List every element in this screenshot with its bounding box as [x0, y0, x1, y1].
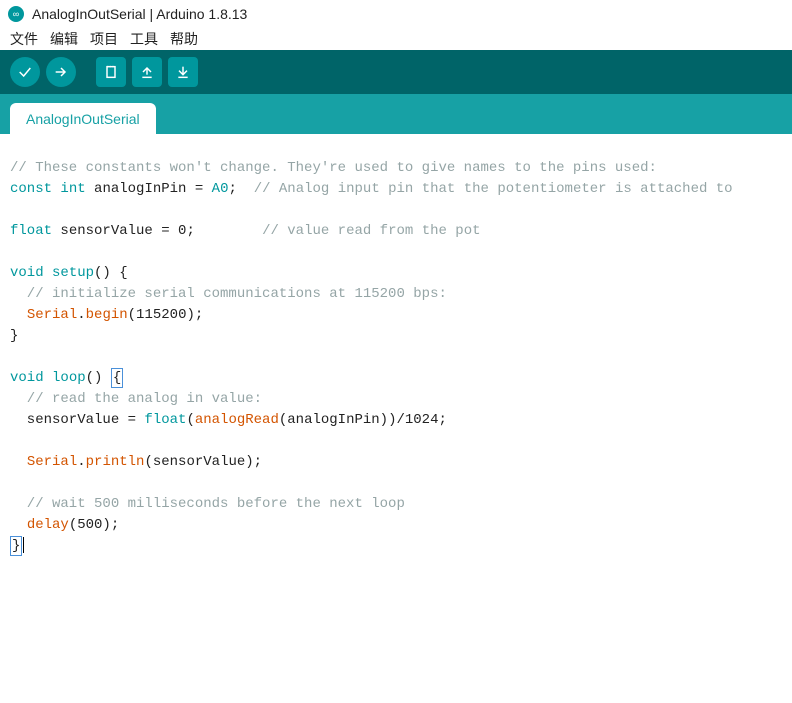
menu-help[interactable]: 帮助 — [166, 29, 202, 49]
arduino-app-icon: ∞ — [8, 6, 24, 22]
code-token: // value read from the pot — [262, 223, 480, 239]
code-token: setup — [52, 265, 94, 281]
code-token: void — [10, 265, 44, 281]
code-token: (500); — [69, 517, 119, 533]
menubar: 文件 编辑 项目 工具 帮助 — [0, 28, 792, 50]
code-token: int — [60, 181, 85, 197]
code-token: ( — [186, 412, 194, 428]
code-token: void — [10, 370, 44, 386]
code-token: // read the analog in value: — [10, 391, 262, 407]
code-token: A0 — [212, 181, 229, 197]
code-token: sensorValue = — [10, 412, 144, 428]
file-icon — [103, 64, 119, 80]
code-token: // wait 500 milliseconds before the next… — [10, 496, 405, 512]
code-token: delay — [27, 517, 69, 533]
bracket-highlight: } — [10, 536, 22, 556]
text-cursor — [23, 537, 24, 553]
code-token: . — [77, 307, 85, 323]
menu-tools[interactable]: 工具 — [126, 29, 162, 49]
code-token: // initialize serial communications at 1… — [10, 286, 447, 302]
tabbar: AnalogInOutSerial — [0, 94, 792, 134]
code-token — [10, 517, 27, 533]
tab-active[interactable]: AnalogInOutSerial — [10, 103, 156, 134]
code-token: } — [10, 328, 18, 344]
arrow-right-icon — [53, 64, 69, 80]
menu-file[interactable]: 文件 — [6, 29, 42, 49]
code-token: // Analog input pin that the potentiomet… — [254, 181, 733, 197]
code-token: Serial — [27, 454, 77, 470]
code-token: () — [86, 370, 111, 386]
code-token: (115200); — [128, 307, 204, 323]
code-token: . — [77, 454, 85, 470]
save-sketch-button[interactable] — [168, 57, 198, 87]
toolbar — [0, 50, 792, 94]
code-token — [10, 454, 27, 470]
code-token: ; — [228, 181, 253, 197]
code-token: println — [86, 454, 145, 470]
code-token: float — [10, 223, 52, 239]
new-sketch-button[interactable] — [96, 57, 126, 87]
code-token: (sensorValue); — [144, 454, 262, 470]
code-token: analogRead — [195, 412, 279, 428]
menu-sketch[interactable]: 项目 — [86, 29, 122, 49]
code-token: loop — [52, 370, 86, 386]
verify-button[interactable] — [10, 57, 40, 87]
code-token: Serial — [27, 307, 77, 323]
code-token: (analogInPin))/1024; — [279, 412, 447, 428]
code-token: begin — [86, 307, 128, 323]
code-line: // These constants won't change. They're… — [10, 160, 657, 176]
open-sketch-button[interactable] — [132, 57, 162, 87]
arrow-up-icon — [139, 64, 155, 80]
titlebar: ∞ AnalogInOutSerial | Arduino 1.8.13 — [0, 0, 792, 28]
menu-edit[interactable]: 编辑 — [46, 29, 82, 49]
arrow-down-icon — [175, 64, 191, 80]
check-icon — [17, 64, 33, 80]
code-token: analogInPin = — [86, 181, 212, 197]
upload-button[interactable] — [46, 57, 76, 87]
code-token: sensorValue = 0; — [52, 223, 262, 239]
code-editor[interactable]: // These constants won't change. They're… — [0, 134, 792, 567]
code-token: float — [144, 412, 186, 428]
code-token: () { — [94, 265, 128, 281]
window-title: AnalogInOutSerial | Arduino 1.8.13 — [32, 6, 247, 22]
bracket-highlight: { — [111, 368, 123, 388]
code-token: const — [10, 181, 52, 197]
code-token — [10, 307, 27, 323]
